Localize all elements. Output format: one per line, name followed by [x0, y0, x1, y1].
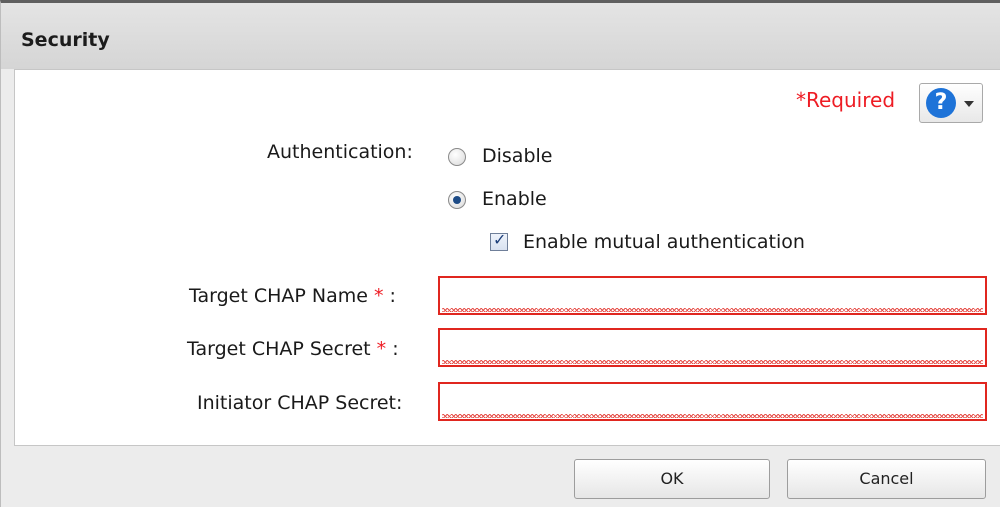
caret-down-icon: [964, 101, 974, 107]
mutual-auth-checkbox[interactable]: ✓: [490, 230, 508, 251]
radio-disable[interactable]: [448, 148, 466, 166]
initiator-chap-secret-wrap: [438, 382, 987, 421]
field-colon: :: [383, 285, 396, 307]
radio-enable[interactable]: [448, 191, 466, 209]
target-chap-name-label: Target CHAP Name * :: [189, 285, 396, 307]
help-icon: ?: [926, 88, 956, 118]
authentication-label: Authentication:: [267, 141, 413, 163]
radio-enable-label[interactable]: Enable: [482, 188, 547, 210]
dialog-titlebar: Security: [1, 3, 1000, 69]
target-chap-name-text: Target CHAP Name: [189, 285, 368, 307]
checkmark-icon: ✓: [493, 230, 507, 249]
initiator-chap-secret-input[interactable]: [438, 382, 987, 421]
initiator-chap-secret-label: Initiator CHAP Secret:: [197, 392, 403, 414]
security-dialog: Security *Required ? Authentication: Dis…: [0, 0, 1000, 507]
target-chap-secret-wrap: [438, 328, 987, 367]
ok-button[interactable]: OK: [574, 459, 770, 499]
radio-disable-label[interactable]: Disable: [482, 145, 552, 167]
dialog-title: Security: [21, 29, 110, 51]
target-chap-secret-label: Target CHAP Secret * :: [187, 338, 399, 360]
required-star: *: [376, 338, 387, 360]
cancel-button[interactable]: Cancel: [787, 459, 986, 499]
mutual-auth-label[interactable]: Enable mutual authentication: [523, 231, 805, 253]
help-menu-button[interactable]: ?: [919, 83, 983, 123]
target-chap-name-wrap: [438, 276, 987, 315]
target-chap-name-input[interactable]: [438, 276, 987, 315]
target-chap-secret-text: Target CHAP Secret: [187, 338, 371, 360]
target-chap-secret-input[interactable]: [438, 328, 987, 367]
required-note: *Required: [796, 88, 896, 112]
field-colon: :: [386, 338, 399, 360]
